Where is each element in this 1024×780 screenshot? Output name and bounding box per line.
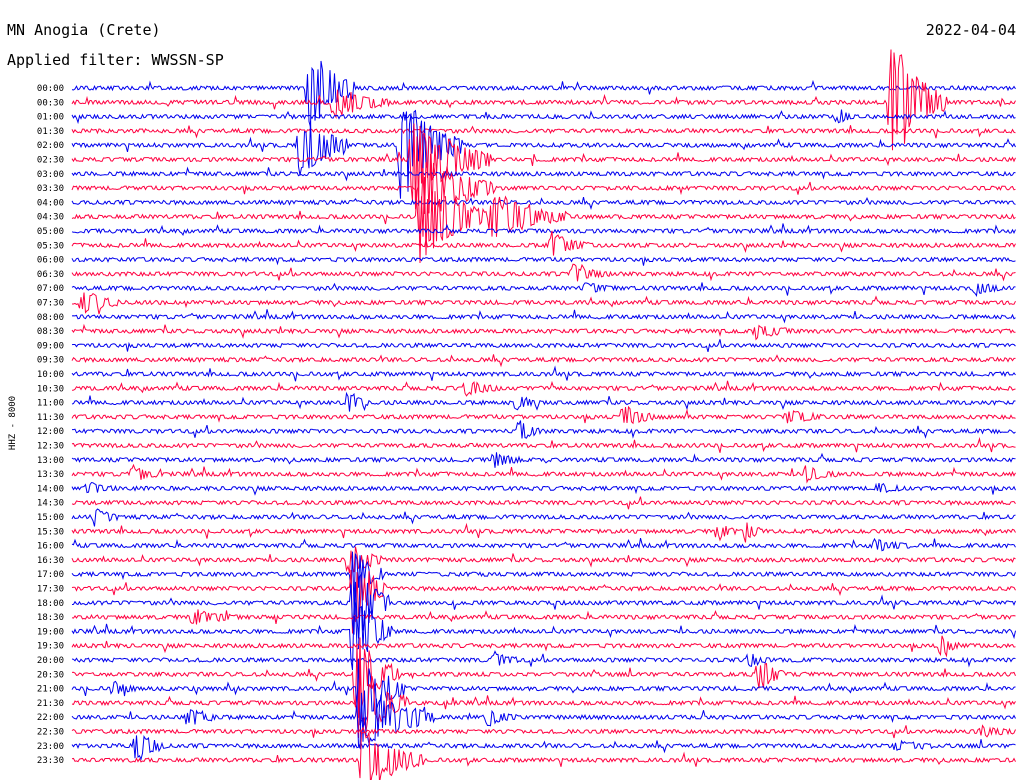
time-label: 11:30 — [37, 413, 64, 423]
time-label: 20:30 — [37, 670, 64, 680]
time-label: 10:30 — [37, 384, 64, 394]
trace-row — [71, 734, 1016, 761]
time-label: 12:00 — [37, 427, 64, 437]
trace-row — [71, 637, 1016, 718]
time-label: 16:00 — [37, 542, 64, 552]
trace-row — [71, 724, 1016, 739]
time-label: 21:30 — [37, 699, 64, 709]
trace-row — [71, 405, 1016, 425]
trace-row — [71, 537, 1016, 552]
trace-row — [71, 726, 1016, 780]
trace-row — [71, 354, 1016, 368]
time-label: 06:00 — [37, 256, 64, 266]
time-label: 14:30 — [37, 499, 64, 509]
trace-row — [71, 546, 1016, 574]
trace-row — [71, 166, 1016, 182]
time-label: 23:30 — [37, 756, 64, 766]
time-label: 13:30 — [37, 470, 64, 480]
time-label: 15:30 — [37, 527, 64, 537]
time-label: 02:30 — [37, 156, 64, 166]
trace-row — [71, 125, 1016, 139]
time-label: 07:00 — [37, 284, 64, 294]
trace-row — [72, 420, 1016, 439]
trace-row — [71, 323, 1016, 341]
time-label: 15:00 — [37, 513, 64, 523]
time-label: 23:00 — [37, 742, 64, 752]
time-label: 04:30 — [37, 213, 64, 223]
trace-row — [71, 496, 1016, 510]
time-label: 19:30 — [37, 642, 64, 652]
time-label: 08:30 — [37, 327, 64, 337]
time-label: 00:30 — [37, 98, 64, 108]
time-label: 16:30 — [37, 556, 64, 566]
trace-row — [71, 339, 1016, 353]
time-label: 03:30 — [37, 184, 64, 194]
time-label: 05:30 — [37, 241, 64, 251]
helicorder-plot: MN Anogia (Crete) Applied filter: WWSSN-… — [0, 0, 1024, 780]
trace-row — [71, 230, 1016, 256]
trace-row — [71, 263, 1016, 282]
trace-row — [71, 123, 1016, 210]
trace-row — [71, 380, 1016, 397]
time-label: 21:00 — [37, 685, 64, 695]
time-label: 12:30 — [37, 442, 64, 452]
time-label: 09:00 — [37, 341, 64, 351]
trace-row — [71, 452, 1016, 468]
time-label: 01:30 — [37, 127, 64, 137]
trace-row — [71, 436, 1016, 453]
trace-row — [71, 650, 1016, 668]
time-label: 22:30 — [37, 728, 64, 738]
time-label: 01:00 — [37, 113, 64, 123]
time-label: 14:00 — [37, 484, 64, 494]
trace-row — [71, 481, 1016, 496]
time-label: 18:00 — [37, 599, 64, 609]
trace-row — [71, 282, 1016, 297]
seismogram-traces: 00:00 00:30 01:00 01:30 02:00 02:30 03:00 03:30… — [37, 49, 1016, 780]
trace-row — [71, 109, 1016, 199]
time-label: 10:00 — [37, 370, 64, 380]
trace-row — [71, 109, 1016, 125]
trace-row — [71, 551, 1016, 607]
time-label: 09:30 — [37, 356, 64, 366]
time-label: 06:30 — [37, 270, 64, 280]
trace-row — [71, 49, 1016, 151]
time-label: 17:30 — [37, 585, 64, 595]
trace-row — [71, 635, 1016, 658]
trace-row — [71, 508, 1016, 527]
time-label: 22:00 — [37, 713, 64, 723]
time-label: 07:30 — [37, 299, 64, 309]
time-label: 02:00 — [37, 141, 64, 151]
time-label: 00:00 — [37, 84, 64, 94]
time-label: 05:00 — [37, 227, 64, 237]
trace-row — [71, 609, 1016, 625]
trace-row — [71, 256, 1016, 266]
trace-row — [71, 309, 1016, 324]
time-label: 19:00 — [37, 627, 64, 637]
time-label: 20:00 — [37, 656, 64, 666]
trace-row — [71, 690, 1016, 750]
time-label: 03:00 — [37, 170, 64, 180]
trace-row — [71, 223, 1016, 236]
trace-row — [71, 153, 1016, 234]
trace-row — [71, 196, 1016, 210]
trace-row — [71, 572, 1016, 639]
trace-row — [71, 463, 1016, 484]
trace-row — [71, 391, 1016, 412]
time-label: 13:00 — [37, 456, 64, 466]
time-label: 04:00 — [37, 198, 64, 208]
time-label: 11:00 — [37, 399, 64, 409]
time-label: 17:00 — [37, 570, 64, 580]
time-label: 08:00 — [37, 313, 64, 323]
time-label: 18:30 — [37, 613, 64, 623]
trace-row — [72, 292, 1016, 315]
trace-row — [71, 365, 1016, 382]
